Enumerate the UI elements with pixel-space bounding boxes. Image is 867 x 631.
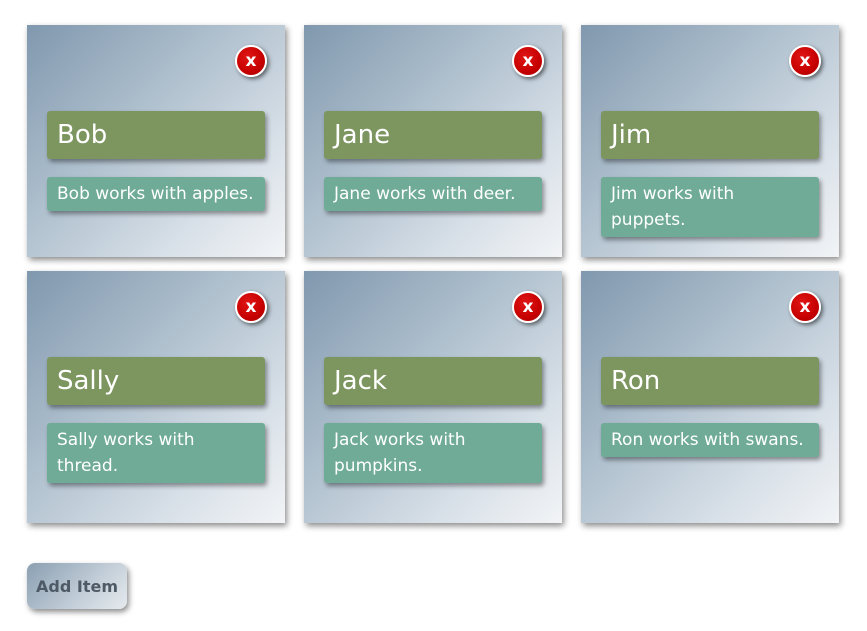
card-description[interactable]: Jane works with deer. (324, 177, 542, 211)
close-button[interactable]: x (512, 291, 544, 323)
card-name[interactable]: Sally (47, 357, 265, 405)
card-item: x Jane Jane works with deer. (304, 25, 562, 257)
card-description[interactable]: Sally works with thread. (47, 423, 265, 483)
close-button[interactable]: x (789, 291, 821, 323)
card-description[interactable]: Ron works with swans. (601, 423, 819, 457)
card-item: x Jack Jack works with pumpkins. (304, 271, 562, 523)
card-name[interactable]: Jack (324, 357, 542, 405)
card-item: x Bob Bob works with apples. (27, 25, 285, 257)
close-button[interactable]: x (512, 45, 544, 77)
close-button[interactable]: x (235, 45, 267, 77)
card-grid: x Bob Bob works with apples. x Jane Jane… (27, 25, 839, 257)
close-button[interactable]: x (789, 45, 821, 77)
card-name[interactable]: Ron (601, 357, 819, 405)
add-item-button[interactable]: Add Item (27, 563, 127, 609)
card-name[interactable]: Jane (324, 111, 542, 159)
card-description[interactable]: Bob works with apples. (47, 177, 265, 211)
card-item: x Jim Jim works with puppets. (581, 25, 839, 257)
card-name[interactable]: Jim (601, 111, 819, 159)
card-item: x Ron Ron works with swans. (581, 271, 839, 523)
card-grid-row-2: x Sally Sally works with thread. x Jack … (27, 271, 839, 523)
card-item: x Sally Sally works with thread. (27, 271, 285, 523)
card-description[interactable]: Jim works with puppets. (601, 177, 819, 237)
close-button[interactable]: x (235, 291, 267, 323)
card-description[interactable]: Jack works with pumpkins. (324, 423, 542, 483)
card-name[interactable]: Bob (47, 111, 265, 159)
